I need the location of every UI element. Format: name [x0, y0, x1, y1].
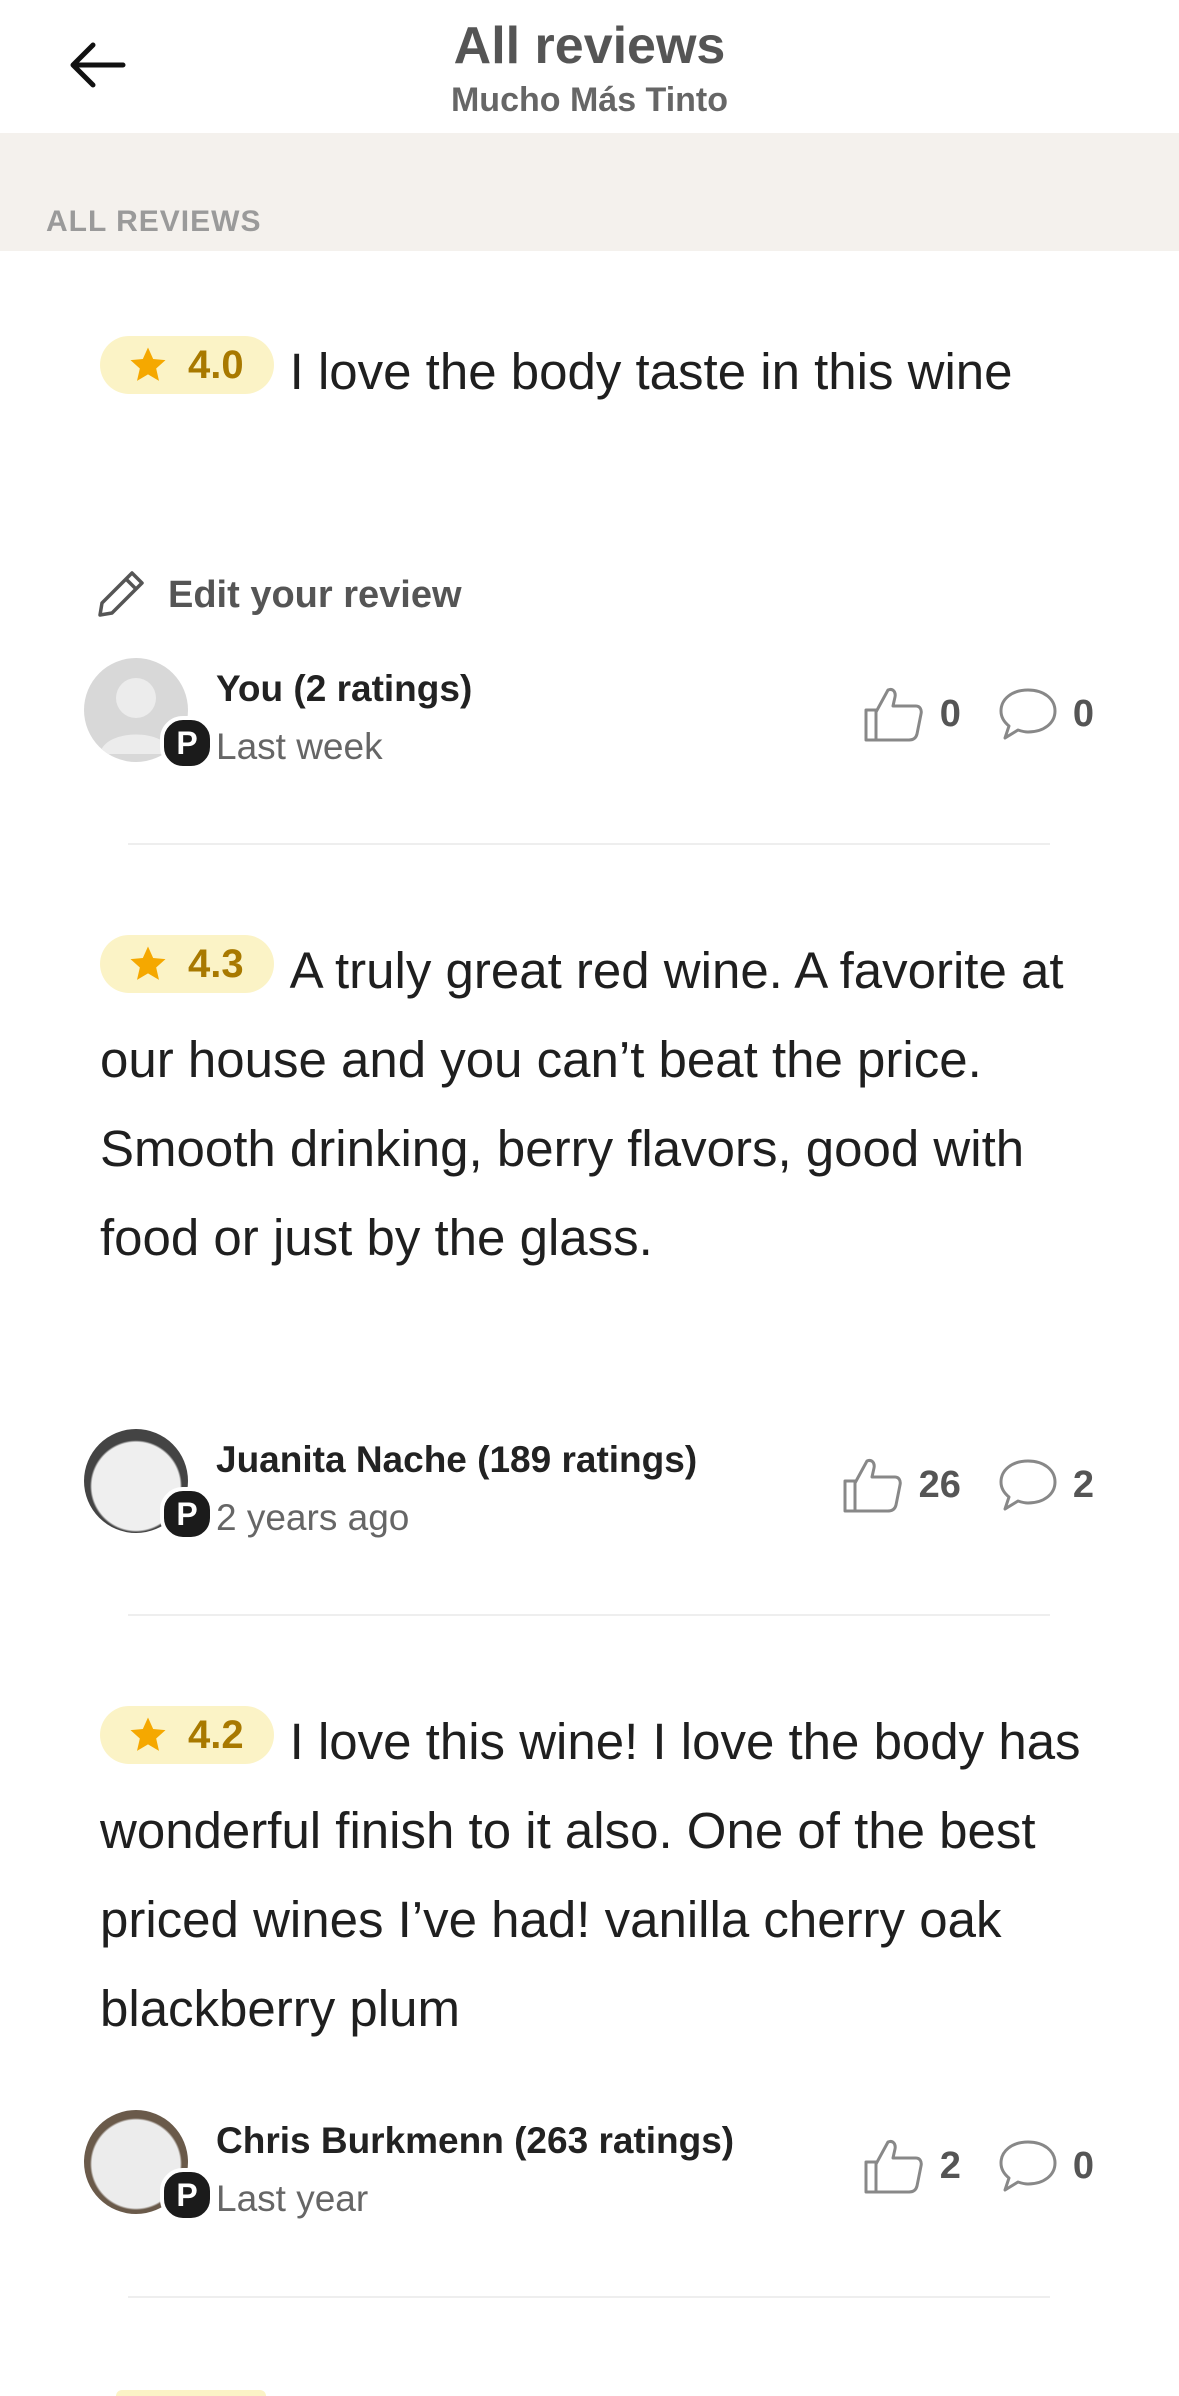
review-author[interactable]: P Chris Burkmenn (263 ratings) Last year… — [84, 2110, 1094, 2222]
review-card: 4.2 I love this wine! I love the body ha… — [100, 1697, 1090, 2053]
rating-badge: 4.3 — [100, 935, 274, 993]
review-time: 2 years ago — [216, 1497, 410, 1538]
divider — [128, 2296, 1050, 2298]
review-time: Last week — [216, 726, 383, 767]
premium-badge: P — [160, 716, 214, 770]
page-title: All reviews — [453, 17, 726, 75]
star-icon — [130, 347, 166, 381]
rating-badge: 4.2 — [100, 1706, 274, 1764]
comment-button[interactable]: 0 — [997, 686, 1094, 742]
author-name[interactable]: Juanita Nache (189 ratings) — [216, 1439, 697, 1481]
thumbs-up-icon — [864, 2140, 923, 2194]
comment-button[interactable]: 2 — [997, 1457, 1094, 1513]
edit-review-button[interactable]: Edit your review — [90, 565, 462, 625]
star-icon — [130, 946, 166, 980]
author-name[interactable]: Chris Burkmenn (263 ratings) — [216, 2120, 734, 2162]
section-label: ALL REVIEWS — [46, 205, 262, 238]
like-count: 26 — [918, 1463, 961, 1506]
thumbs-up-icon — [843, 1459, 902, 1513]
like-button[interactable]: 26 — [841, 1455, 961, 1515]
divider — [128, 843, 1050, 845]
review-author[interactable]: P You (2 ratings) Last week 0 0 — [84, 658, 1094, 770]
comment-icon — [999, 2140, 1057, 2192]
rating-value: 4.2 — [188, 1713, 244, 1757]
edit-review-label: Edit your review — [168, 573, 462, 616]
rating-value: 4.0 — [188, 343, 244, 387]
rating-value: 4.3 — [188, 942, 244, 986]
review-card: 4.0 I love the body taste in this wine — [100, 327, 1090, 416]
premium-badge: P — [160, 2168, 214, 2222]
like-button[interactable]: 0 — [862, 684, 961, 744]
comment-button[interactable]: 0 — [997, 2138, 1094, 2194]
top-bar: All reviews Mucho Más Tinto — [0, 0, 1179, 133]
review-stats: 2 0 — [826, 2136, 1094, 2196]
review-text: I love the body taste in this wine — [289, 343, 1013, 400]
comment-icon — [999, 1459, 1057, 1511]
review-author[interactable]: P Juanita Nache (189 ratings) 2 years ag… — [84, 1429, 1094, 1541]
author-name[interactable]: You (2 ratings) — [216, 668, 472, 710]
like-count: 0 — [939, 692, 961, 735]
wine-name: Mucho Más Tinto — [450, 81, 729, 119]
like-button[interactable]: 2 — [862, 2136, 961, 2196]
thumbs-up-icon — [864, 688, 923, 742]
next-rating-badge — [116, 2390, 266, 2396]
rating-badge: 4.0 — [100, 336, 274, 394]
pencil-icon — [98, 571, 144, 617]
review-time: Last year — [216, 2178, 369, 2219]
comment-count: 0 — [1072, 2144, 1094, 2187]
review-stats: 26 2 — [805, 1455, 1094, 1515]
comment-count: 2 — [1072, 1463, 1094, 1506]
star-icon — [130, 1717, 166, 1751]
review-stats: 0 0 — [826, 684, 1094, 744]
like-count: 2 — [939, 2144, 961, 2187]
section-header: ALL REVIEWS — [0, 133, 1179, 251]
premium-badge: P — [160, 1487, 214, 1541]
comment-count: 0 — [1072, 692, 1094, 735]
review-body: 4.0 I love the body taste in this wine — [100, 327, 1090, 416]
review-card: 4.3 A truly great red wine. A favorite a… — [100, 926, 1090, 1282]
divider — [128, 1614, 1050, 1616]
review-body: 4.2 I love this wine! I love the body ha… — [100, 1697, 1090, 2053]
comment-icon — [999, 688, 1057, 740]
review-body: 4.3 A truly great red wine. A favorite a… — [100, 926, 1090, 1282]
